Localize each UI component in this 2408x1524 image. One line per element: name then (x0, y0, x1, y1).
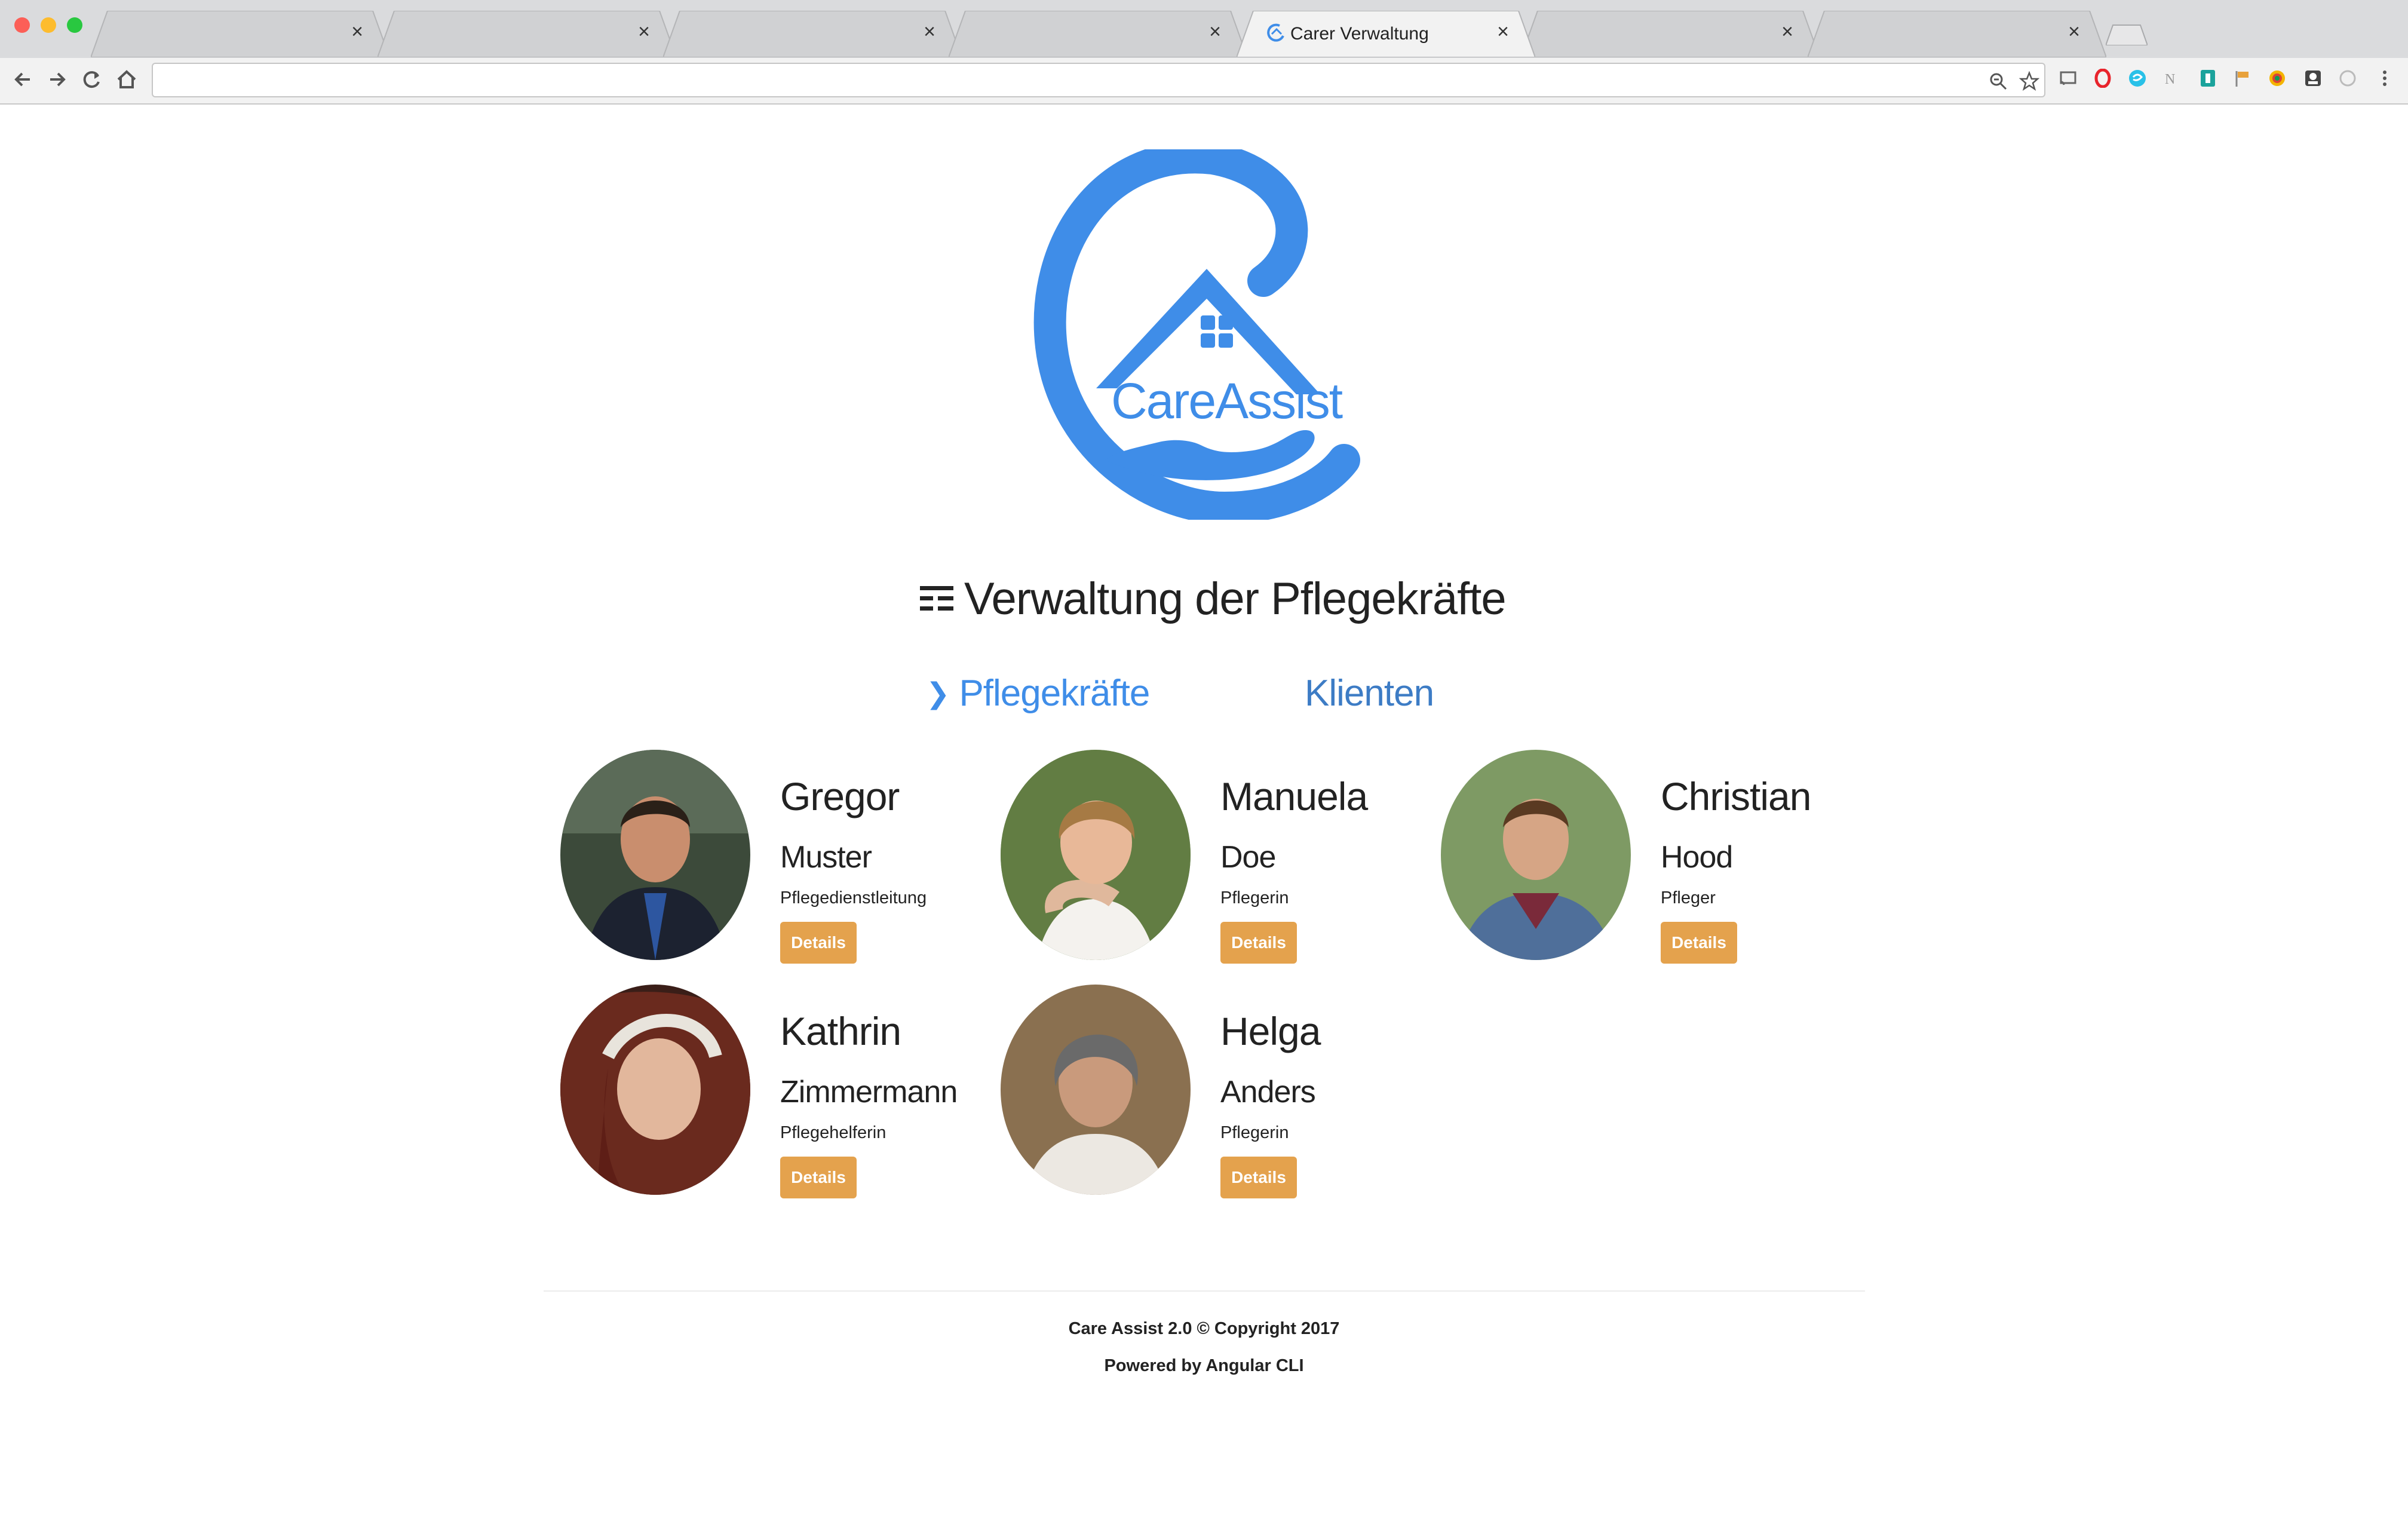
carer-photo (560, 750, 750, 960)
address-bar[interactable] (152, 63, 2045, 97)
footer-copyright: Care Assist 2.0 © Copyright 2017 (1068, 1319, 1340, 1338)
extension-teal-icon[interactable] (2198, 69, 2217, 88)
nav-link-pflegekraefte[interactable]: ❯ Pflegekräfte (926, 672, 1150, 715)
footer-powered-by: Powered by Angular CLI (1104, 1356, 1304, 1375)
carer-card: Manuela Doe Pflegerin Details (1001, 750, 1431, 965)
browser-tab[interactable]: × (378, 11, 676, 57)
nav-link-klienten[interactable]: Klienten (1305, 672, 1434, 715)
browser-tab[interactable]: × (1808, 11, 2106, 57)
carer-photo (1441, 750, 1631, 960)
svg-text:N: N (2165, 72, 2175, 87)
forward-icon[interactable] (45, 68, 69, 91)
nav-link-label: Klienten (1305, 673, 1434, 714)
zoom-icon[interactable] (1988, 71, 2008, 91)
carer-card: Kathrin Zimmermann Pflegehelferin Detail… (560, 985, 990, 1200)
section-nav: ❯ Pflegekräfte Klienten (0, 672, 2408, 726)
carer-last-name: Anders (1220, 1075, 1316, 1109)
carer-role: Pflegehelferin (780, 1123, 886, 1142)
extension-flag-icon[interactable] (2233, 69, 2252, 88)
star-icon[interactable] (2019, 71, 2039, 91)
nav-link-label: Pflegekräfte (959, 673, 1150, 714)
extension-swirl-icon[interactable] (2128, 69, 2147, 88)
carer-card: Gregor Muster Pflegedienstleitung Detail… (560, 750, 990, 965)
carer-card: Christian Hood Pfleger Details (1441, 750, 1871, 965)
page-heading: Verwaltung der Pflegekräfte (964, 573, 1507, 624)
details-button[interactable]: Details (1220, 922, 1297, 964)
list-icon (920, 586, 953, 611)
carer-first-name: Manuela (1220, 774, 1368, 818)
footer-divider (544, 1290, 1865, 1292)
details-button[interactable]: Details (780, 922, 857, 964)
tab-close-icon[interactable]: × (2068, 20, 2080, 44)
cast-icon[interactable] (2059, 69, 2078, 88)
close-window-button[interactable] (14, 17, 30, 33)
extension-color-icon[interactable] (2268, 69, 2287, 88)
carer-card: Helga Anders Pflegerin Details (1001, 985, 1431, 1200)
careassist-logo: CareAssist (1033, 149, 1360, 520)
careassist-favicon-icon (1267, 23, 1284, 42)
details-button[interactable]: Details (1661, 922, 1737, 964)
carer-first-name: Kathrin (780, 1009, 901, 1053)
page-title: Verwaltung der Pflegekräfte (920, 569, 1507, 628)
minimize-window-button[interactable] (41, 17, 56, 33)
browser-tab[interactable]: × (1521, 11, 1820, 57)
details-button[interactable]: Details (780, 1157, 857, 1198)
browser-tab[interactable]: × (949, 11, 1247, 57)
browser-toolbar: N (0, 58, 2408, 105)
zoom-window-button[interactable] (67, 17, 82, 33)
carer-role: Pflegedienstleitung (780, 888, 927, 907)
carer-role: Pflegerin (1220, 888, 1289, 907)
tab-close-icon[interactable]: × (638, 20, 650, 44)
browser-tab[interactable]: × (663, 11, 962, 57)
browser-tab[interactable]: × (91, 11, 389, 57)
carer-last-name: Doe (1220, 840, 1276, 875)
browser-tab-active[interactable]: Carer Verwaltung × (1237, 11, 1535, 57)
carer-first-name: Christian (1661, 774, 1811, 818)
carer-role: Pfleger (1661, 888, 1716, 907)
tab-close-icon[interactable]: × (1781, 20, 1793, 44)
carer-role: Pflegerin (1220, 1123, 1289, 1142)
active-chevron-icon: ❯ (926, 678, 950, 710)
back-icon[interactable] (11, 68, 35, 91)
carer-last-name: Zimmermann (780, 1075, 958, 1109)
tab-close-icon[interactable]: × (1209, 20, 1221, 44)
extension-circle-icon[interactable] (2338, 69, 2357, 88)
carer-last-name: Hood (1661, 840, 1733, 875)
reload-icon[interactable] (80, 68, 104, 91)
details-button[interactable]: Details (1220, 1157, 1297, 1198)
home-icon[interactable] (115, 68, 139, 91)
carer-photo (560, 985, 750, 1195)
tab-title: Carer Verwaltung (1290, 24, 1429, 44)
carer-first-name: Helga (1220, 1009, 1321, 1053)
browser-menu-icon[interactable] (2375, 69, 2394, 88)
new-tab-button[interactable] (2106, 24, 2148, 45)
tab-close-icon[interactable]: × (924, 20, 935, 44)
carer-photo (1001, 985, 1191, 1195)
extension-n-icon[interactable]: N (2162, 69, 2182, 88)
carer-photo (1001, 750, 1191, 960)
extension-person-icon[interactable] (2303, 69, 2323, 88)
tab-close-icon[interactable]: × (351, 20, 363, 44)
carer-last-name: Muster (780, 840, 872, 875)
tab-close-icon[interactable]: × (1497, 20, 1509, 44)
opera-icon[interactable] (2093, 69, 2112, 88)
browser-tabstrip: × × × × Carer Verwaltung × × × (0, 0, 2408, 58)
carer-first-name: Gregor (780, 774, 900, 818)
logo-text: CareAssist (1111, 373, 1343, 429)
